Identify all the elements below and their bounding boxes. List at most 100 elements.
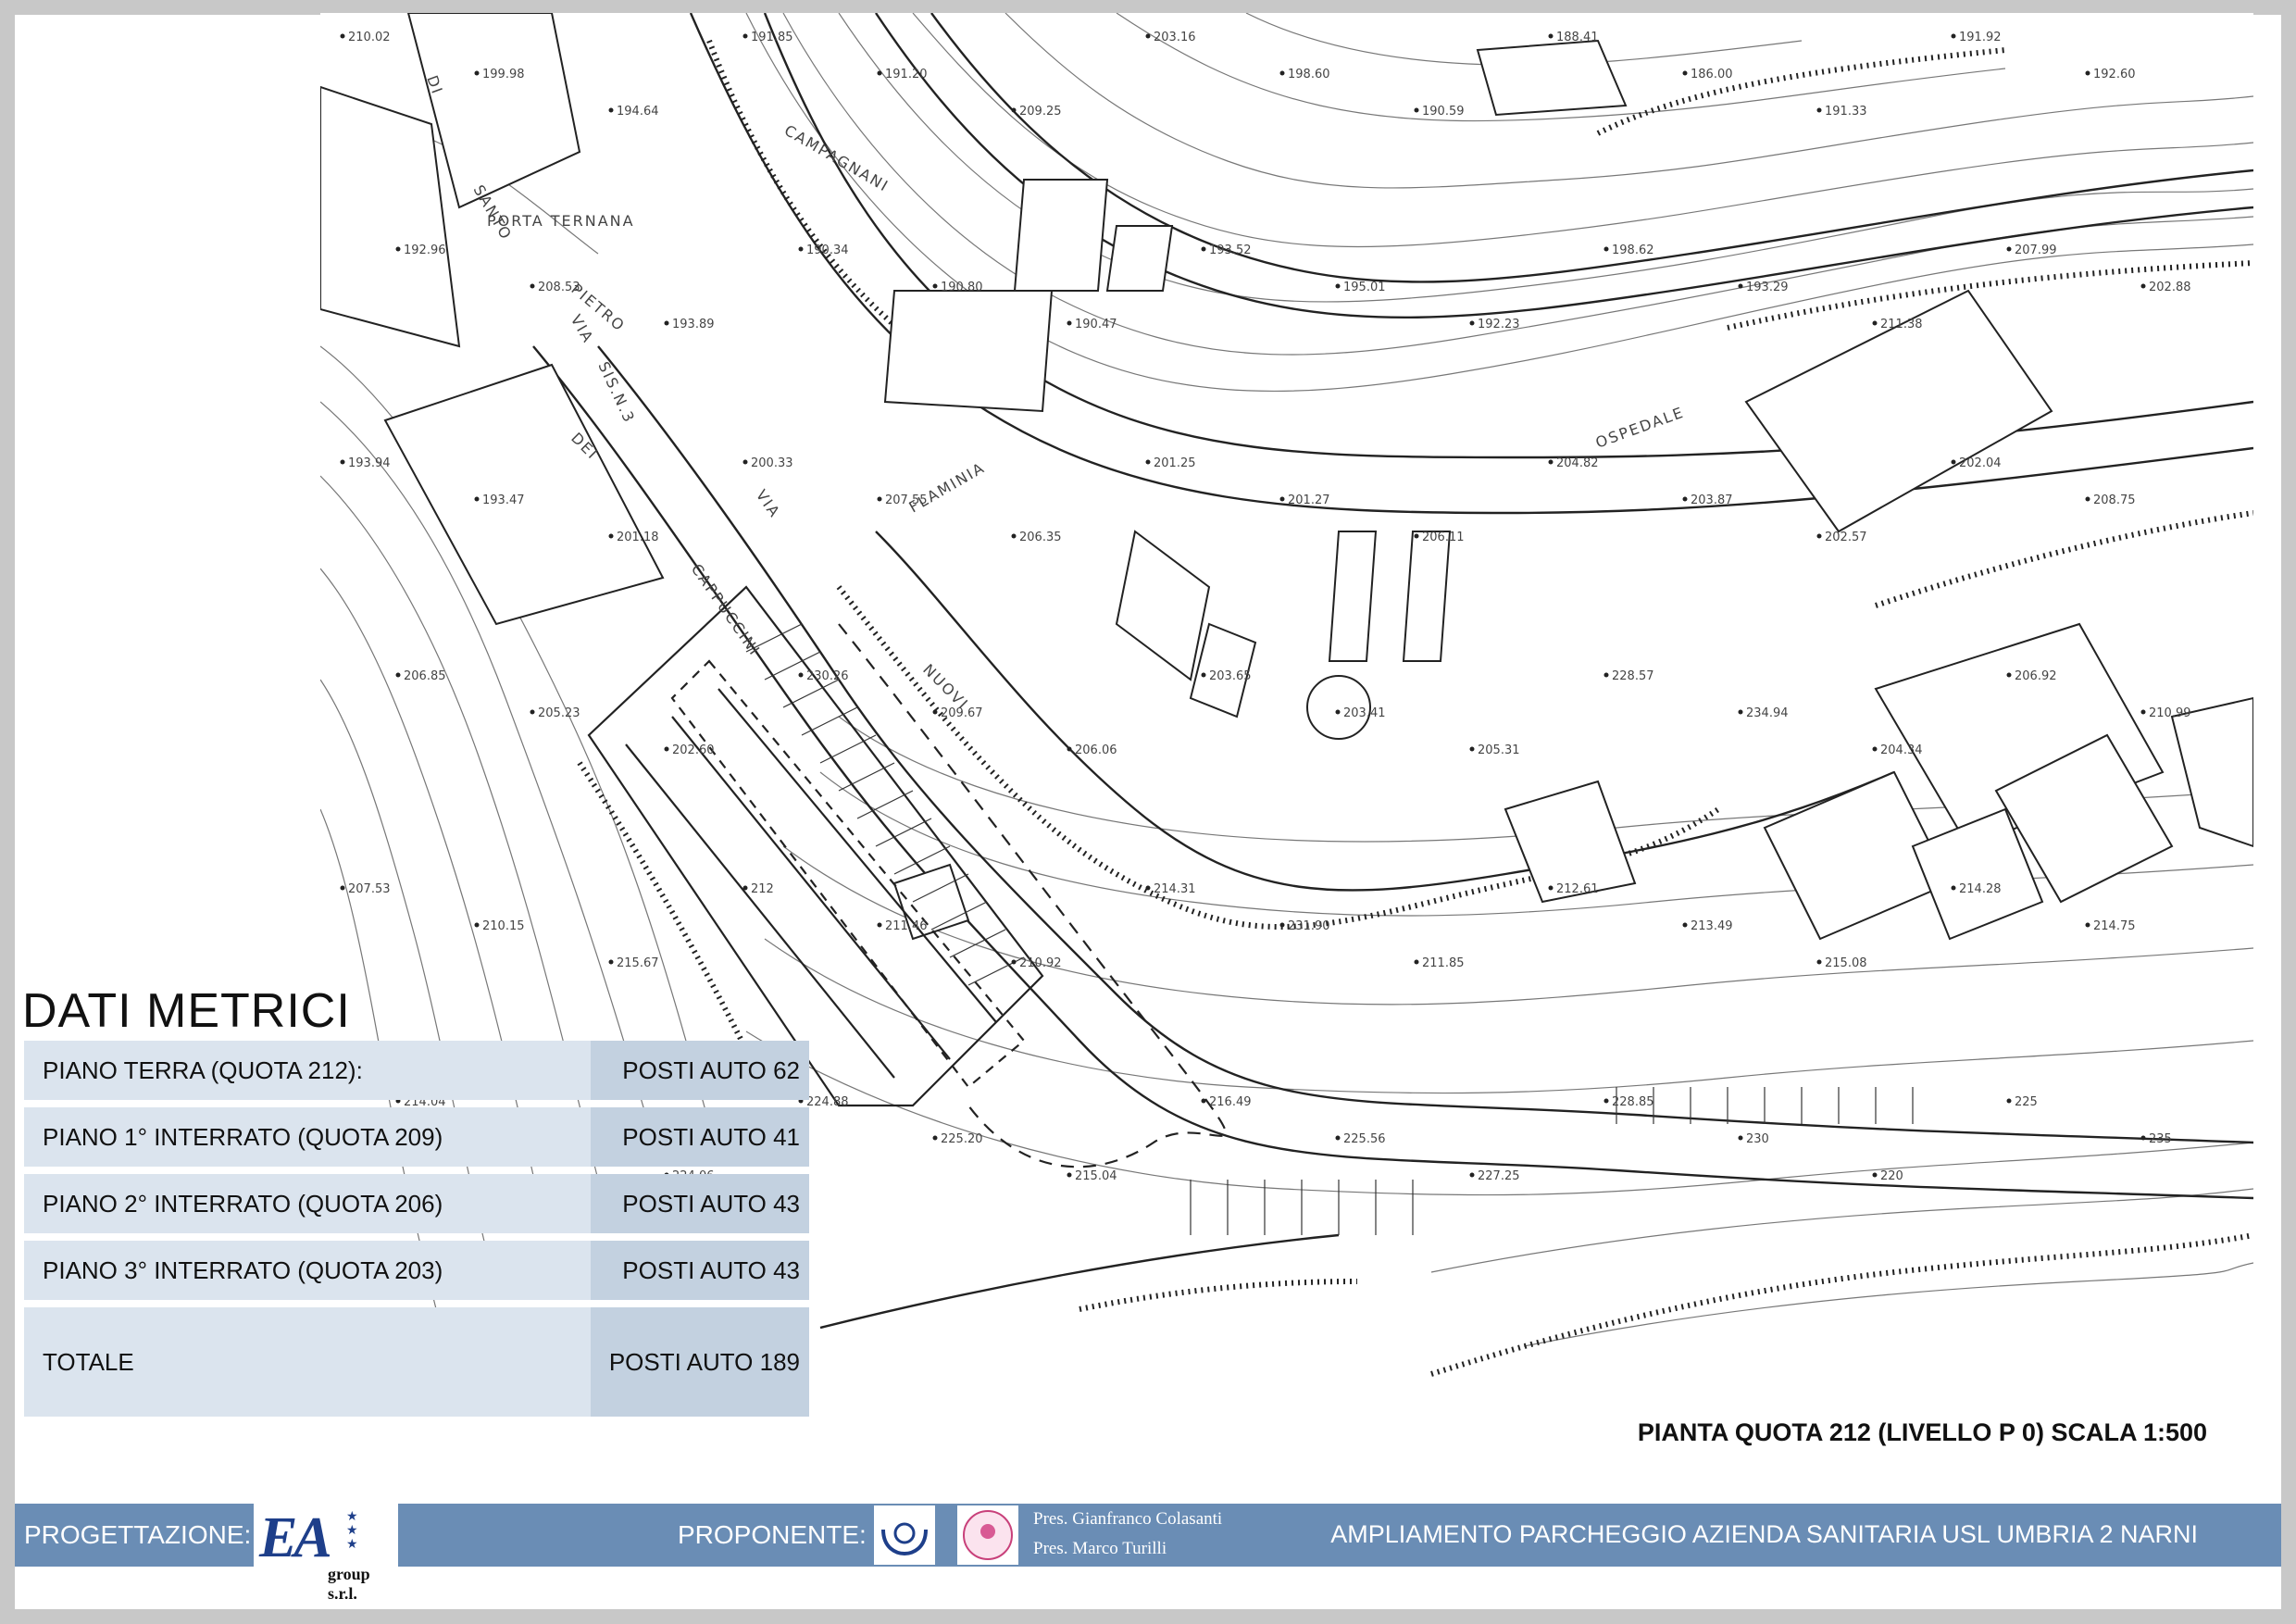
- elevation-point: 193.47: [474, 493, 525, 507]
- elevation-point: 206.92: [2006, 669, 2057, 683]
- street-label: OSPEDALE: [1593, 404, 1687, 452]
- elevation-point: 193.89: [664, 318, 715, 331]
- elevation-point: 214.75: [2085, 919, 2136, 933]
- president-name-1: Pres. Gianfranco Colasanti: [1033, 1509, 1223, 1529]
- metrics-row-value: POSTI AUTO 41: [590, 1107, 809, 1167]
- street-label: NUOVI: [919, 660, 972, 713]
- elevation-point: 206.85: [395, 669, 446, 683]
- elevation-point: 210.15: [474, 919, 525, 933]
- elevation-label: 215.04: [1075, 1169, 1117, 1183]
- elevation-label: 193.89: [672, 318, 715, 331]
- elevation-point: 203.16: [1145, 31, 1196, 44]
- elevation-point: 202.60: [664, 743, 715, 757]
- anmil-logo: [874, 1505, 935, 1565]
- elevation-point: 208.75: [2085, 493, 2136, 507]
- ea-group-logo: EA ★ ★ ★ group s.r.l.: [254, 1504, 398, 1603]
- association-logo: [957, 1505, 1018, 1565]
- elevation-label: 198.60: [1288, 68, 1330, 81]
- metrics-row-label: PIANO 2° INTERRATO (QUOTA 206): [24, 1174, 591, 1233]
- elevation-point: 198.60: [1279, 68, 1330, 81]
- elevation-label: 207.55: [885, 493, 928, 507]
- elevation-label: 203.87: [1691, 493, 1733, 507]
- elevation-label: 214.28: [1959, 882, 2002, 896]
- elevation-label: 191.33: [1825, 105, 1867, 119]
- elevation-point: 225.56: [1335, 1132, 1386, 1146]
- elevation-point: 190.80: [932, 281, 983, 294]
- president-name-2: Pres. Marco Turilli: [1033, 1539, 1167, 1558]
- elevation-label: 202.57: [1825, 531, 1867, 544]
- elevation-point: 234.94: [1738, 706, 1789, 720]
- elevation-point: 188.41: [1548, 31, 1599, 44]
- elevation-label: 214.75: [2093, 919, 2136, 933]
- elevation-point: 214.28: [1951, 882, 2002, 896]
- elevation-label: 230.26: [806, 669, 849, 683]
- elevation-label: 205.23: [538, 706, 580, 720]
- street-label: FLAMINIA: [906, 458, 989, 516]
- elevation-point: 193.94: [340, 456, 391, 470]
- metrics-total-row: TOTALE POSTI AUTO 189: [24, 1307, 809, 1417]
- elevation-point: 200.33: [742, 456, 793, 470]
- street-labels: PORTA TERNANAVIADISANTOPIETROSIS.N.3DEIC…: [423, 73, 1687, 714]
- elevation-label: 192.23: [1478, 318, 1520, 331]
- elevation-label: 190.47: [1075, 318, 1117, 331]
- ea-logo-mark: EA: [259, 1506, 332, 1569]
- metrics-row-value: POSTI AUTO 43: [590, 1241, 809, 1300]
- elevation-label: 216.49: [1209, 1095, 1252, 1109]
- elevation-point: 207.53: [340, 882, 391, 896]
- elevation-label: 194.64: [617, 105, 659, 119]
- elevation-label: 204.34: [1880, 743, 1923, 757]
- elevation-label: 212.61: [1556, 882, 1599, 896]
- elevation-label: 208.53: [538, 281, 580, 294]
- elevation-point: 210.92: [1011, 956, 1062, 970]
- elevation-label: 193.29: [1746, 281, 1789, 294]
- elevation-label: 190.59: [1422, 105, 1465, 119]
- elevation-label: 209.25: [1019, 105, 1062, 119]
- elevation-point: 195.01: [1335, 281, 1386, 294]
- elevation-label: 214.31: [1154, 882, 1196, 896]
- elevation-point: 228.85: [1603, 1095, 1654, 1109]
- project-title: AMPLIAMENTO PARCHEGGIO AZIENDA SANITARIA…: [1330, 1520, 2198, 1548]
- elevation-point: 202.57: [1816, 531, 1867, 544]
- star-icon: ★ ★ ★: [346, 1508, 358, 1551]
- elevation-point: 210.02: [340, 31, 391, 44]
- elevation-point: 211.46: [877, 919, 928, 933]
- elevation-label: 211.85: [1422, 956, 1465, 970]
- elevation-point: 206.06: [1067, 743, 1117, 757]
- elevation-label: 195.01: [1343, 281, 1386, 294]
- elevation-point: 225: [2006, 1095, 2038, 1109]
- elevation-label: 204.82: [1556, 456, 1599, 470]
- elevation-point: 206.35: [1011, 531, 1062, 544]
- elevation-label: 212: [751, 882, 774, 896]
- elevation-label: 192.96: [404, 244, 446, 257]
- elevation-label: 198.62: [1612, 244, 1654, 257]
- elevation-point: 203.87: [1682, 493, 1733, 507]
- elevation-label: 191.85: [751, 31, 793, 44]
- elevation-point: 211.85: [1414, 956, 1465, 970]
- elevation-point: 190.34: [798, 244, 849, 257]
- elevation-point: 190.47: [1067, 318, 1117, 331]
- elevation-label: 210.02: [348, 31, 391, 44]
- elevation-point: 213.49: [1682, 919, 1733, 933]
- elevation-label: 211.38: [1880, 318, 1923, 331]
- metrics-total-label: TOTALE: [24, 1307, 591, 1417]
- elevation-point: 204.82: [1548, 456, 1599, 470]
- elevation-point: 192.96: [395, 244, 446, 257]
- elevation-label: 225: [2015, 1095, 2038, 1109]
- elevation-label: 224.88: [806, 1095, 849, 1109]
- elevation-point: 228.57: [1603, 669, 1654, 683]
- elevation-point: 201.25: [1145, 456, 1196, 470]
- elevation-point: 201.27: [1279, 493, 1330, 507]
- elevation-label: 200.33: [751, 456, 793, 470]
- elevation-point: 220: [1872, 1169, 1903, 1183]
- elevation-point: 231.90: [1279, 919, 1330, 933]
- elevation-point: 208.53: [530, 281, 580, 294]
- elevation-label: 207.99: [2015, 244, 2057, 257]
- elevation-label: 202.04: [1959, 456, 2002, 470]
- elevation-point: 216.49: [1201, 1095, 1252, 1109]
- elevation-point: 191.20: [877, 68, 928, 81]
- elevation-label: 208.75: [2093, 493, 2136, 507]
- elevation-label: 203.65: [1209, 669, 1252, 683]
- elevation-point: 209.25: [1011, 105, 1062, 119]
- elevation-point: 207.99: [2006, 244, 2057, 257]
- elevation-point: 192.60: [2085, 68, 2136, 81]
